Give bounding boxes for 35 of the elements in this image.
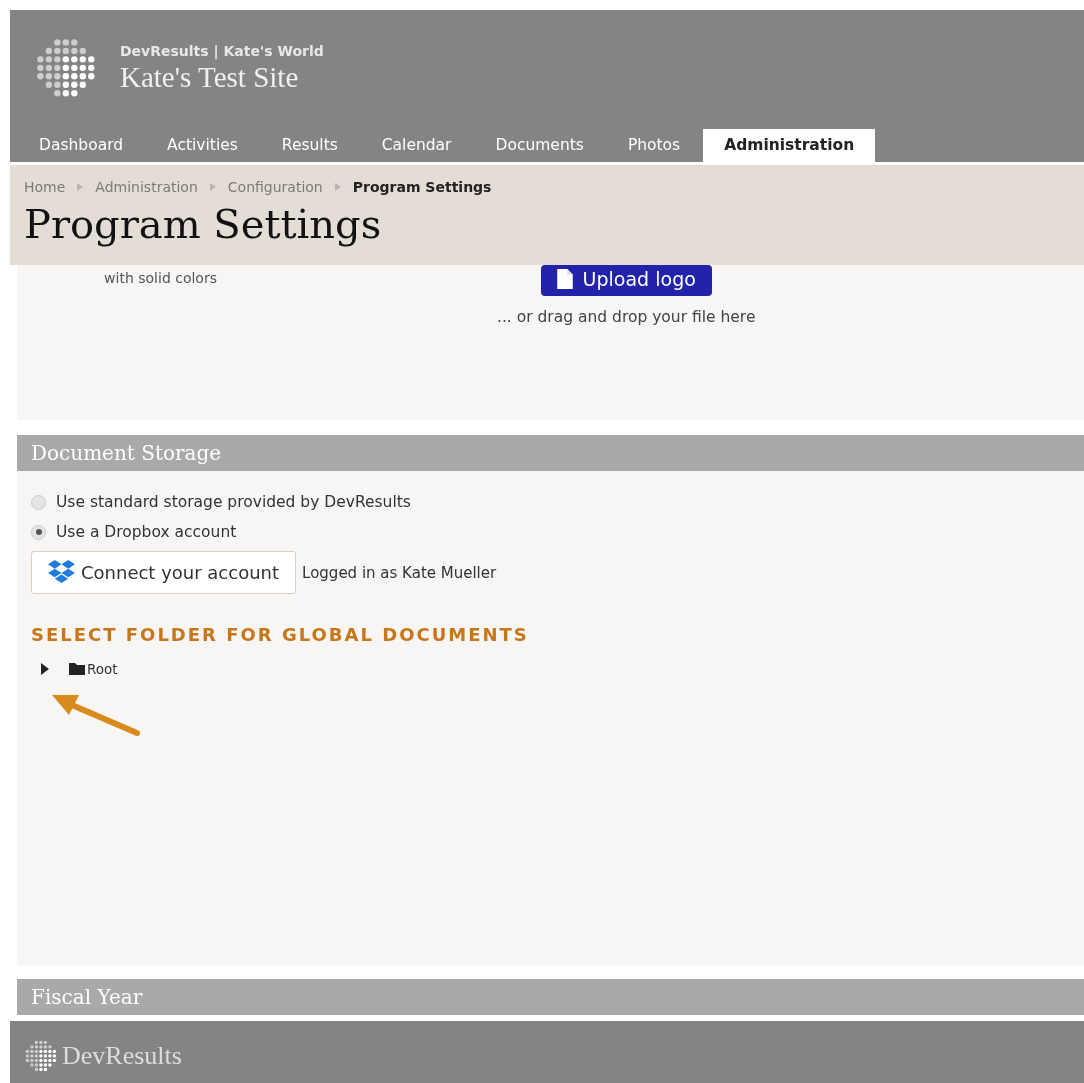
page-title: Program Settings — [24, 201, 383, 247]
folder-icon — [69, 663, 85, 675]
chevron-icon — [334, 183, 341, 191]
footer-logo-text: DevResults — [62, 1041, 182, 1071]
nav-tab[interactable]: Dashboard — [18, 129, 145, 162]
file-icon — [556, 269, 573, 289]
radio-label: Use standard storage provided by DevResults — [56, 493, 411, 511]
nav-tab[interactable]: Activities — [146, 129, 259, 162]
login-status: Logged in as Kate Mueller — [302, 563, 497, 582]
chevron-icon — [209, 183, 216, 191]
site-title: Kate's Test Site — [120, 60, 300, 94]
radio-label: Use a Dropbox account — [56, 523, 237, 541]
nav-tab[interactable]: Photos — [606, 129, 702, 162]
section-header: Document Storage — [17, 435, 1084, 471]
breadcrumb-link[interactable]: Administration — [95, 179, 198, 195]
org-name: DevResults | Kate's World — [120, 42, 324, 59]
nav-tab[interactable]: Documents — [474, 129, 605, 162]
globe-logo-icon — [24, 1039, 58, 1073]
section-header: Fiscal Year — [17, 979, 1084, 1015]
logo-hint: with solid colors — [103, 269, 217, 288]
connect-account-button[interactable]: Connect your account — [31, 551, 297, 594]
open-box-icon — [48, 560, 75, 585]
folder-heading: SELECT FOLDER FOR GLOBAL DOCUMENTS — [31, 624, 530, 645]
radio-button[interactable] — [31, 524, 46, 540]
nav-tab[interactable]: Results — [260, 129, 359, 162]
breadcrumb-link[interactable]: Configuration — [227, 179, 323, 195]
drop-hint: ... or drag and drop your file here — [497, 308, 756, 326]
tree-node-label[interactable]: Root — [87, 661, 118, 677]
nav-tab[interactable]: Calendar — [360, 129, 473, 162]
nav-tab[interactable]: Administration — [703, 129, 876, 162]
expand-caret-icon[interactable] — [41, 663, 49, 675]
radio-button[interactable] — [31, 494, 46, 510]
upload-logo-button[interactable]: Upload logo — [540, 265, 712, 296]
chevron-icon — [77, 183, 84, 191]
breadcrumb-link[interactable]: Home — [24, 179, 66, 195]
